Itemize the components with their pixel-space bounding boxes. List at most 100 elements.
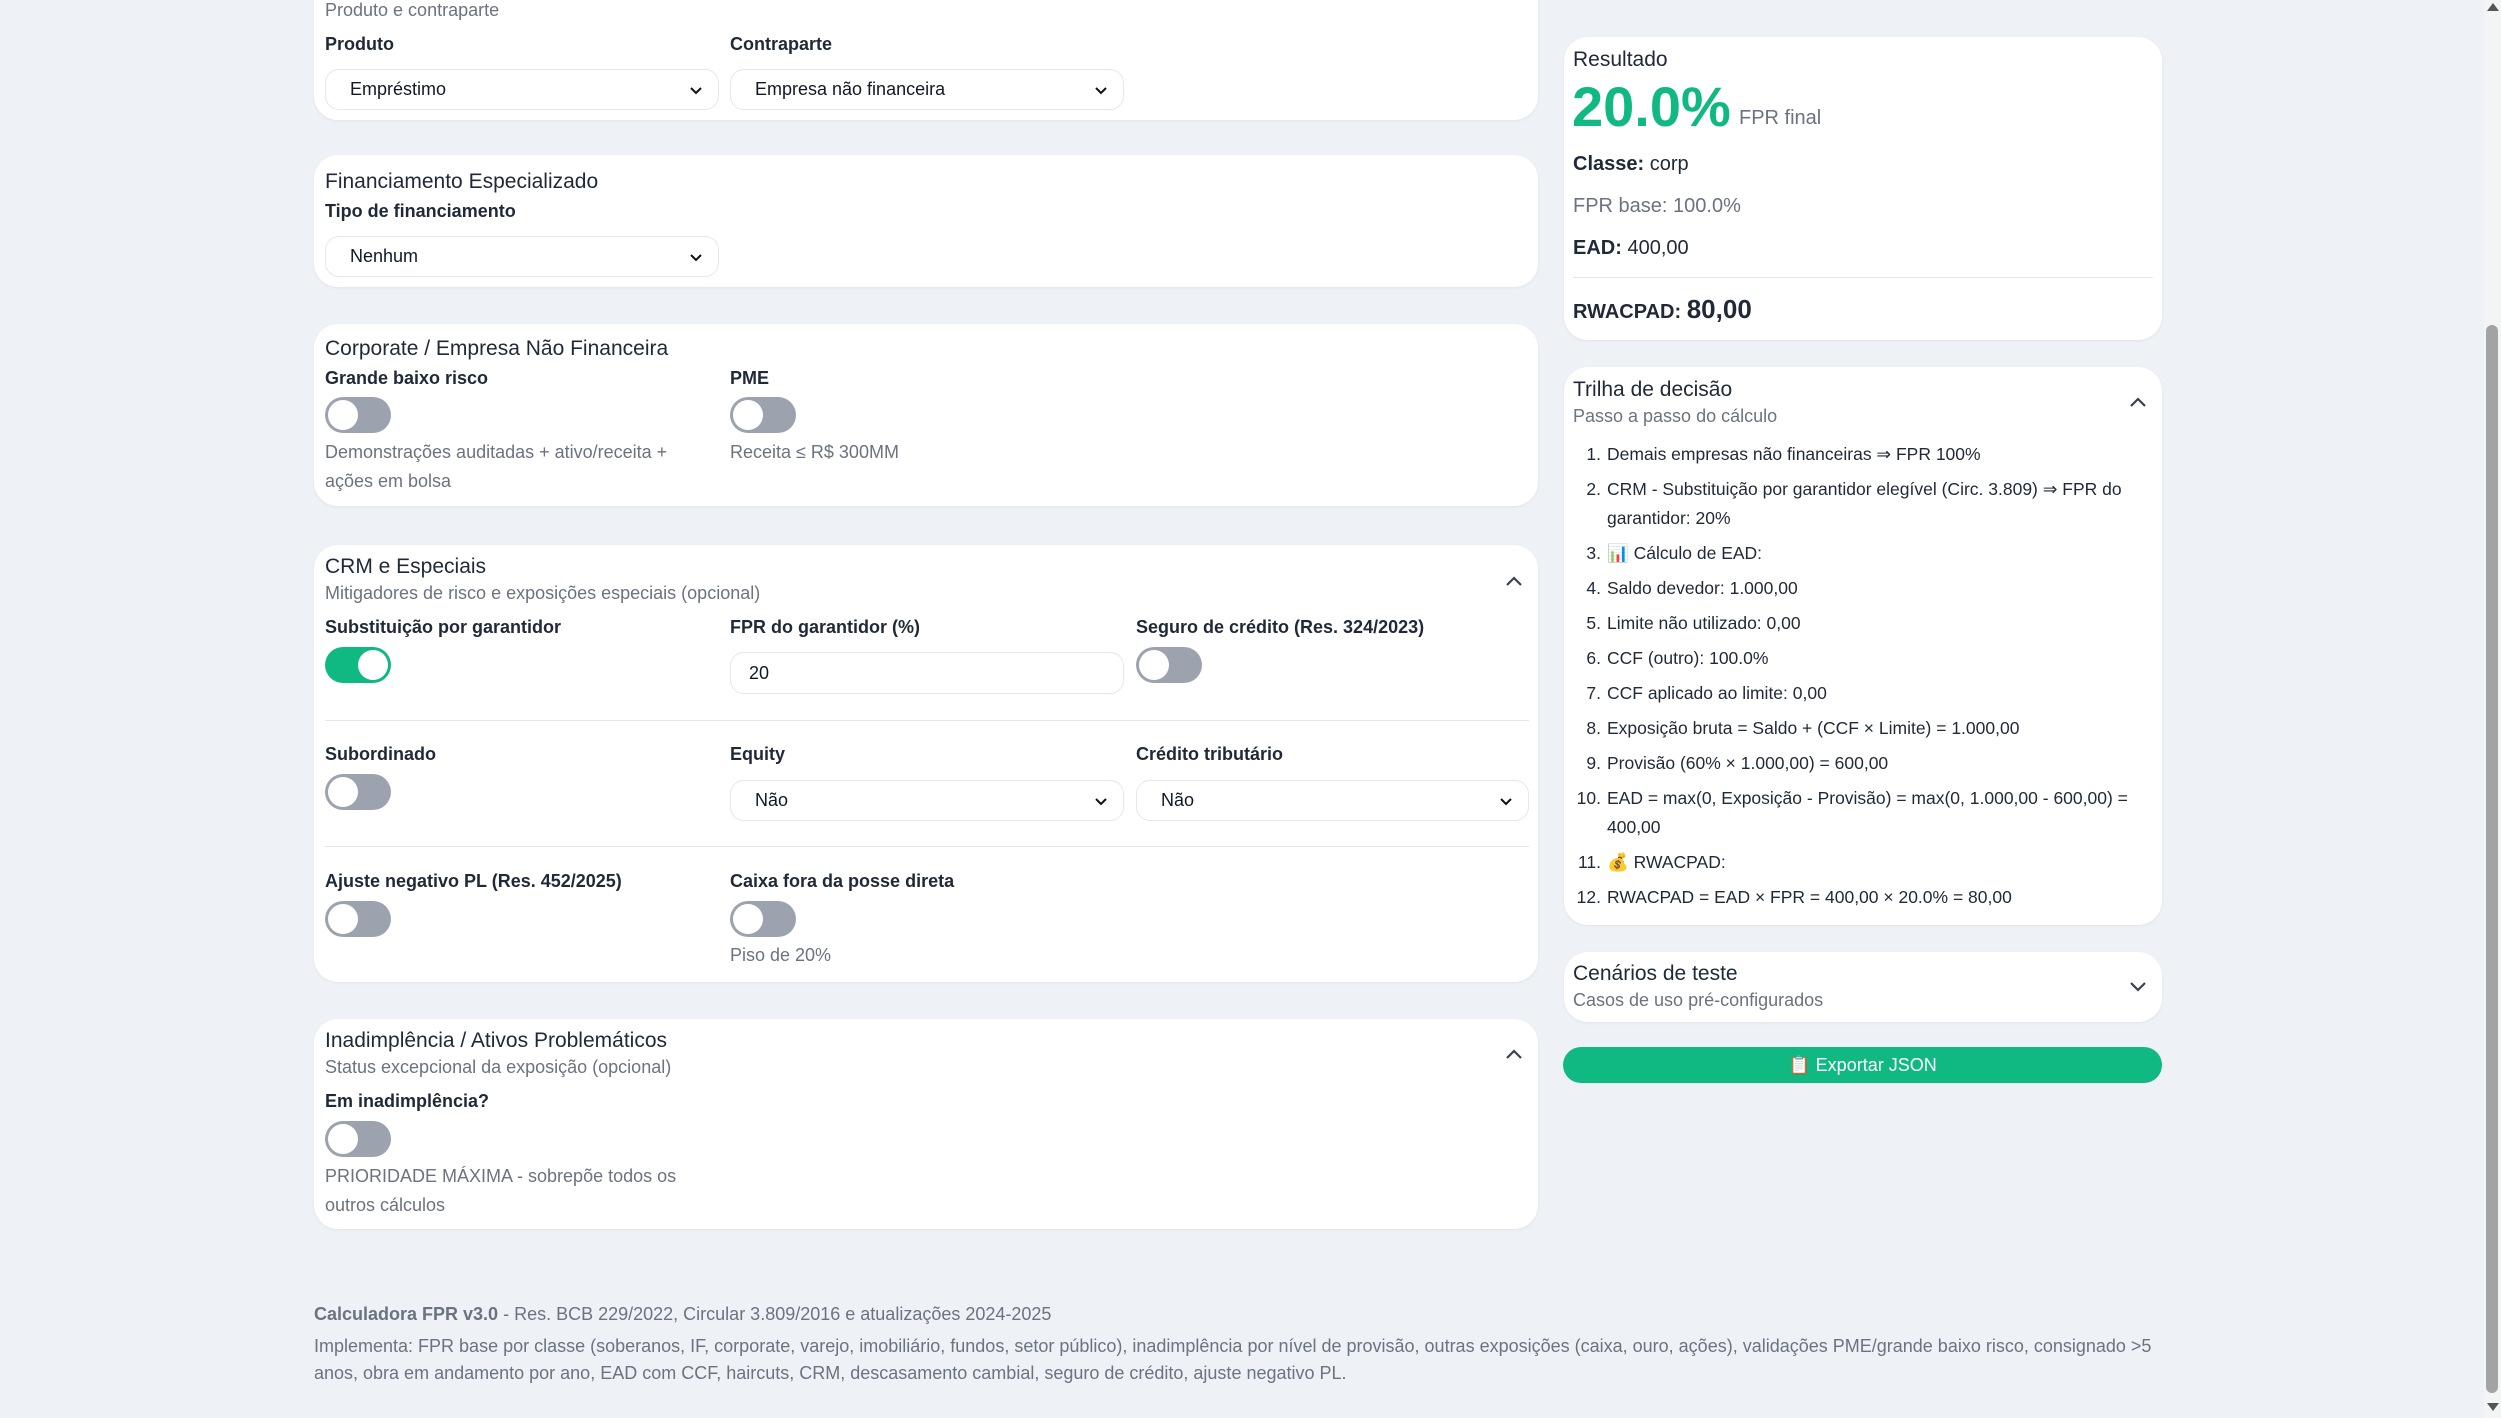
export-json-label: 📋 Exportar JSON bbox=[1788, 1054, 1937, 1075]
decision-step: 7. CCF aplicado ao limite: 0,00 bbox=[1573, 679, 2153, 708]
corporate-title: Corporate / Empresa Não Financeira bbox=[325, 337, 669, 360]
tipo-financiamento-label: Tipo de financiamento bbox=[325, 201, 516, 221]
pme-toggle[interactable] bbox=[730, 397, 796, 433]
footer-version-line: Calculadora FPR v3.0 - Res. BCB 229/2022… bbox=[314, 1304, 1051, 1325]
toggle-knob bbox=[733, 400, 763, 430]
footer-version: Calculadora FPR v3.0 bbox=[314, 1304, 499, 1324]
credito-tributario-select[interactable]: Não bbox=[1136, 780, 1529, 821]
decision-step-number: 6. bbox=[1586, 648, 1601, 668]
fpr-garantidor-label: FPR do garantidor (%) bbox=[730, 617, 920, 637]
rwacpad-value: 80,00 bbox=[1686, 294, 1752, 324]
toggle-knob bbox=[358, 650, 388, 680]
trilha-subtitle: Passo a passo do cálculo bbox=[1573, 406, 1778, 426]
grande-baixo-risco-toggle[interactable] bbox=[325, 397, 391, 433]
decision-step-number: 11. bbox=[1577, 852, 1601, 872]
rwacpad-label: RWACPAD: bbox=[1573, 301, 1682, 323]
chevron-down-icon bbox=[690, 254, 702, 262]
scroll-up-arrow-icon[interactable] bbox=[2487, 3, 2499, 11]
footer-version-rest: - Res. BCB 229/2022, Circular 3.809/2016… bbox=[498, 1304, 1052, 1324]
equity-select-value: Não bbox=[755, 790, 789, 810]
scrollbar-thumb[interactable] bbox=[2486, 325, 2498, 1393]
ead-line: EAD: 400,00 bbox=[1573, 237, 1689, 260]
substituicao-label: Substituição por garantidor bbox=[325, 617, 562, 637]
ajuste-negativo-toggle[interactable] bbox=[325, 901, 391, 937]
decision-step-text: Exposição bruta = Saldo + (CCF × Limite)… bbox=[1607, 718, 2020, 738]
credito-tributario-value: Não bbox=[1161, 790, 1195, 810]
decision-step: 5. Limite não utilizado: 0,00 bbox=[1573, 609, 2153, 638]
toggle-knob bbox=[328, 400, 358, 430]
decision-step-text: Demais empresas não financeiras ⇒ FPR 10… bbox=[1607, 444, 1981, 464]
decision-step: 2. CRM - Substituição por garantidor eleg… bbox=[1573, 475, 2153, 533]
tipo-financiamento-value: Nenhum bbox=[350, 246, 419, 266]
produto-section-subtitle: Produto e contraparte bbox=[325, 0, 500, 20]
inadimplencia-subtitle: Status excepcional da exposição (opciona… bbox=[325, 1057, 672, 1077]
tipo-financiamento-select[interactable]: Nenhum bbox=[325, 236, 719, 277]
substituicao-toggle[interactable] bbox=[325, 647, 391, 683]
decision-step-text: CCF (outro): 100.0% bbox=[1607, 648, 1769, 668]
export-json-button[interactable]: 📋 Exportar JSON bbox=[1563, 1047, 2162, 1083]
fpr-final-value: 20.0% bbox=[1572, 75, 1731, 138]
fpr-final-caption: FPR final bbox=[1739, 107, 1822, 129]
credito-tributario-label: Crédito tributário bbox=[1136, 744, 1283, 764]
caixa-fora-toggle[interactable] bbox=[730, 901, 796, 937]
toggle-knob bbox=[328, 904, 358, 934]
crm-subtitle: Mitigadores de risco e exposições especi… bbox=[325, 583, 761, 603]
grande-baixo-risco-label: Grande baixo risco bbox=[325, 368, 489, 388]
subordinado-toggle[interactable] bbox=[325, 774, 391, 810]
fpr-garantidor-input[interactable] bbox=[730, 652, 1124, 694]
decision-step: 4. Saldo devedor: 1.000,00 bbox=[1573, 574, 2153, 603]
em-inadimplencia-toggle[interactable] bbox=[325, 1121, 391, 1157]
caixa-fora-help: Piso de 20% bbox=[730, 945, 832, 965]
decision-step-number: 1. bbox=[1586, 444, 1601, 464]
decision-step-text: Provisão (60% × 1.000,00) = 600,00 bbox=[1607, 753, 1889, 773]
decision-step-number: 9. bbox=[1586, 753, 1601, 773]
chevron-down-icon bbox=[690, 87, 702, 95]
chevron-down-icon[interactable] bbox=[2126, 974, 2150, 998]
decision-step-number: 3. bbox=[1586, 543, 1601, 563]
financiamento-title: Financiamento Especializado bbox=[325, 170, 599, 193]
ajuste-negativo-label: Ajuste negativo PL (Res. 452/2025) bbox=[325, 871, 622, 891]
divider bbox=[325, 720, 1529, 721]
decision-step: 10. EAD = max(0, Exposição - Provisão) = … bbox=[1573, 784, 2153, 842]
toggle-knob bbox=[328, 777, 358, 807]
decision-step-number: 4. bbox=[1586, 578, 1601, 598]
equity-label: Equity bbox=[730, 744, 786, 764]
crm-card bbox=[314, 545, 1538, 982]
trilha-title: Trilha de decisão bbox=[1573, 378, 1733, 401]
decision-step: 1. Demais empresas não financeiras ⇒ FPR … bbox=[1573, 440, 2153, 469]
decision-step-number: 12. bbox=[1576, 887, 1601, 907]
produto-select[interactable]: Empréstimo bbox=[325, 69, 719, 110]
decision-step-text: CRM - Substituição por garantidor elegív… bbox=[1607, 479, 2122, 528]
decision-step: 11. 💰 RWACPAD: bbox=[1573, 848, 2153, 877]
decision-step-text: 📊 Cálculo de EAD: bbox=[1607, 543, 1763, 563]
inadimplencia-title: Inadimplência / Ativos Problemáticos bbox=[325, 1029, 667, 1052]
scroll-down-arrow-icon[interactable] bbox=[2487, 1403, 2499, 1411]
decision-step-text: Saldo devedor: 1.000,00 bbox=[1607, 578, 1798, 598]
toggle-knob bbox=[1139, 650, 1169, 680]
footer-implementa: Implementa: FPR base por classe (soberan… bbox=[314, 1336, 2152, 1383]
chevron-up-icon[interactable] bbox=[2126, 391, 2150, 415]
equity-select[interactable]: Não bbox=[730, 780, 1124, 821]
grande-baixo-risco-help: Demonstrações auditadas + ativo/receita … bbox=[325, 442, 668, 491]
em-inadimplencia-label: Em inadimplência? bbox=[325, 1091, 490, 1111]
divider bbox=[325, 846, 1529, 847]
chevron-down-icon bbox=[1095, 798, 1107, 806]
divider bbox=[1573, 277, 2153, 278]
contraparte-select[interactable]: Empresa não financeira bbox=[730, 69, 1124, 110]
subordinado-label: Subordinado bbox=[325, 744, 436, 764]
chevron-down-icon bbox=[1500, 798, 1512, 806]
classe-label: Classe: bbox=[1573, 153, 1645, 175]
seguro-credito-label: Seguro de crédito (Res. 324/2023) bbox=[1136, 617, 1425, 637]
decision-step-number: 8. bbox=[1586, 718, 1601, 738]
caixa-fora-label: Caixa fora da posse direta bbox=[730, 871, 955, 891]
produto-select-value: Empréstimo bbox=[350, 79, 447, 99]
seguro-credito-toggle[interactable] bbox=[1136, 647, 1202, 683]
chevron-up-icon[interactable] bbox=[1502, 570, 1526, 594]
toggle-knob bbox=[328, 1124, 358, 1154]
decision-step-text: 💰 RWACPAD: bbox=[1607, 852, 1726, 872]
em-inadimplencia-help: PRIORIDADE MÁXIMA - sobrepõe todos os ou… bbox=[325, 1166, 677, 1215]
chevron-up-icon[interactable] bbox=[1502, 1043, 1526, 1067]
decision-step: 8. Exposição bruta = Saldo + (CCF × Limit… bbox=[1573, 714, 2153, 743]
ead-label: EAD: bbox=[1573, 237, 1622, 259]
decision-step: 3. 📊 Cálculo de EAD: bbox=[1573, 539, 2153, 568]
